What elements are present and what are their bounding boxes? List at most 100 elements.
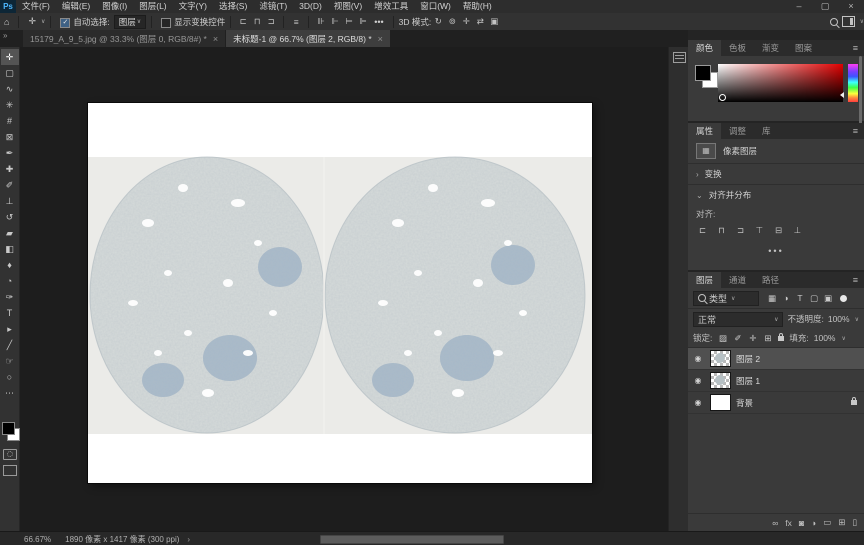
layer-visibility-icon[interactable]: ◉ bbox=[691, 398, 705, 407]
tool-button[interactable]: T bbox=[1, 305, 19, 321]
menu-item[interactable]: 图像(I) bbox=[96, 0, 133, 13]
distribute-icon[interactable]: ⊩ bbox=[328, 16, 342, 27]
tool-button[interactable]: ▢ bbox=[1, 65, 19, 81]
menu-item[interactable]: 文字(Y) bbox=[173, 0, 213, 13]
screen-mode-button[interactable] bbox=[3, 465, 17, 476]
tool-button[interactable]: ◧ bbox=[1, 241, 19, 257]
panel-scrollbar[interactable] bbox=[859, 56, 862, 124]
document-tab[interactable]: 15179_A_9_5.jpg @ 33.3% (图层 0, RGB/8#) *… bbox=[23, 30, 226, 47]
distribute-icon[interactable]: ⊪ bbox=[314, 16, 328, 27]
tool-button[interactable]: ☞ bbox=[1, 353, 19, 369]
tool-preset-caret-icon[interactable]: ∨ bbox=[41, 18, 45, 25]
tool-button[interactable]: ♦ bbox=[1, 257, 19, 273]
3d-mode-icon[interactable]: ⊚ bbox=[445, 16, 459, 27]
chevron-down-icon[interactable]: ∨ bbox=[860, 18, 864, 25]
tool-button[interactable]: ▰ bbox=[1, 225, 19, 241]
align-icon[interactable]: ⊏ bbox=[696, 225, 709, 236]
align-icon[interactable]: ⊥ bbox=[791, 225, 804, 236]
tool-button[interactable]: ✳ bbox=[1, 97, 19, 113]
minimize-button[interactable]: – bbox=[786, 0, 812, 13]
align-icon[interactable]: ⊐ bbox=[264, 16, 278, 27]
blend-mode-dropdown[interactable]: 正常 ∨ bbox=[693, 311, 784, 327]
tool-button[interactable]: ╱ bbox=[1, 337, 19, 353]
opacity-value[interactable]: 100% bbox=[828, 314, 850, 324]
tool-button[interactable]: ⋯ bbox=[1, 385, 19, 401]
3d-mode-icon[interactable]: ⇄ bbox=[473, 16, 487, 27]
layers-panel-button[interactable]: ▭ bbox=[823, 517, 831, 528]
tool-button[interactable]: ○ bbox=[1, 369, 19, 385]
layer-row[interactable]: ◉ 背景 bbox=[688, 392, 864, 414]
tool-button[interactable]: ⊠ bbox=[1, 129, 19, 145]
tool-button[interactable]: ▸ bbox=[1, 321, 19, 337]
align-icon[interactable]: ⊏ bbox=[236, 16, 250, 27]
more-align-options-icon[interactable]: ••• bbox=[688, 240, 864, 262]
tool-button[interactable]: # bbox=[1, 113, 19, 129]
panel-menu-icon[interactable]: ≡ bbox=[847, 272, 864, 288]
layer-row[interactable]: ◉ 图层 2 bbox=[688, 348, 864, 370]
menu-item[interactable]: 3D(D) bbox=[293, 0, 328, 13]
close-tab-icon[interactable]: × bbox=[378, 34, 383, 44]
layer-filter-icon[interactable]: ▣ bbox=[821, 293, 835, 304]
panel-menu-icon[interactable]: ≡ bbox=[847, 40, 864, 56]
panel-tab[interactable]: 色板 bbox=[721, 40, 754, 56]
tool-button[interactable]: ∿ bbox=[1, 81, 19, 97]
tool-button[interactable]: ✚ bbox=[1, 161, 19, 177]
lock-option-icon[interactable]: ✛ bbox=[747, 333, 758, 344]
lock-all-icon[interactable] bbox=[778, 332, 785, 341]
quick-mask-button[interactable] bbox=[3, 449, 17, 460]
tool-button[interactable]: ◔ bbox=[1, 273, 19, 289]
distribute-icon[interactable]: ⊫ bbox=[356, 16, 370, 27]
3d-mode-icon[interactable]: ↻ bbox=[431, 16, 445, 27]
tool-button[interactable]: ✐ bbox=[1, 177, 19, 193]
layers-panel-button[interactable]: ∞ bbox=[772, 518, 778, 528]
canvas-document[interactable] bbox=[88, 103, 592, 483]
status-caret-icon[interactable]: › bbox=[187, 535, 190, 544]
layer-filter-icon[interactable]: T bbox=[793, 293, 807, 304]
auto-select-checkbox[interactable]: ✓ bbox=[60, 17, 71, 28]
more-options-icon[interactable]: ••• bbox=[370, 17, 387, 27]
layer-thumbnail[interactable] bbox=[710, 350, 731, 367]
pasteboard[interactable] bbox=[20, 47, 668, 531]
align-icon[interactable]: ⊐ bbox=[734, 225, 747, 236]
close-button[interactable]: × bbox=[838, 0, 864, 13]
foreground-color-swatch[interactable] bbox=[2, 422, 15, 435]
menu-item[interactable]: 图层(L) bbox=[133, 0, 172, 13]
lock-option-icon[interactable]: ✐ bbox=[732, 333, 743, 344]
zoom-level[interactable]: 66.67% bbox=[24, 535, 51, 544]
show-transform-checkbox[interactable] bbox=[161, 17, 172, 28]
tool-button[interactable]: ✒ bbox=[1, 145, 19, 161]
fill-value[interactable]: 100% bbox=[814, 333, 836, 343]
align-icon[interactable]: ⊟ bbox=[772, 225, 785, 236]
home-icon[interactable]: ⌂ bbox=[0, 17, 13, 27]
document-tab[interactable]: 未标题-1 @ 66.7% (图层 2, RGB/8) * × bbox=[226, 30, 390, 47]
layer-thumbnail[interactable] bbox=[710, 394, 731, 411]
transform-section-header[interactable]: › 变换 bbox=[688, 164, 864, 185]
layer-thumbnail[interactable] bbox=[710, 372, 731, 389]
foreground-color-swatch[interactable] bbox=[695, 65, 711, 81]
layers-panel-button[interactable]: ◑ bbox=[811, 518, 816, 528]
layer-row[interactable]: ◉ 图层 1 bbox=[688, 370, 864, 392]
layer-visibility-icon[interactable]: ◉ bbox=[691, 354, 705, 363]
tool-button[interactable]: ✑ bbox=[1, 289, 19, 305]
horizontal-scrollbar[interactable] bbox=[320, 535, 504, 544]
tab-overflow-icon[interactable]: » bbox=[0, 30, 23, 47]
menu-item[interactable]: 窗口(W) bbox=[414, 0, 457, 13]
panel-tab[interactable]: 通道 bbox=[721, 272, 754, 288]
close-tab-icon[interactable]: × bbox=[213, 34, 218, 44]
layers-panel-button[interactable]: ◙ bbox=[799, 518, 804, 528]
chevron-down-icon[interactable]: ∨ bbox=[842, 335, 846, 342]
saturation-brightness-field[interactable] bbox=[718, 64, 844, 102]
panel-tab[interactable]: 渐变 bbox=[754, 40, 787, 56]
panel-tab[interactable]: 颜色 bbox=[688, 40, 722, 56]
menu-item[interactable]: 帮助(H) bbox=[457, 0, 498, 13]
menu-item[interactable]: 滤镜(T) bbox=[253, 0, 293, 13]
layer-visibility-icon[interactable]: ◉ bbox=[691, 376, 705, 385]
menu-item[interactable]: 视图(V) bbox=[328, 0, 368, 13]
distribute-icon[interactable]: ⊨ bbox=[342, 16, 356, 27]
layers-panel-button[interactable]: ⊞ bbox=[838, 517, 845, 528]
hue-slider[interactable] bbox=[848, 64, 858, 102]
panel-tab[interactable]: 图案 bbox=[787, 40, 820, 56]
lock-option-icon[interactable]: ⊞ bbox=[762, 333, 773, 344]
menu-item[interactable]: 编辑(E) bbox=[56, 0, 96, 13]
layers-panel-button[interactable]: fx bbox=[785, 518, 792, 528]
